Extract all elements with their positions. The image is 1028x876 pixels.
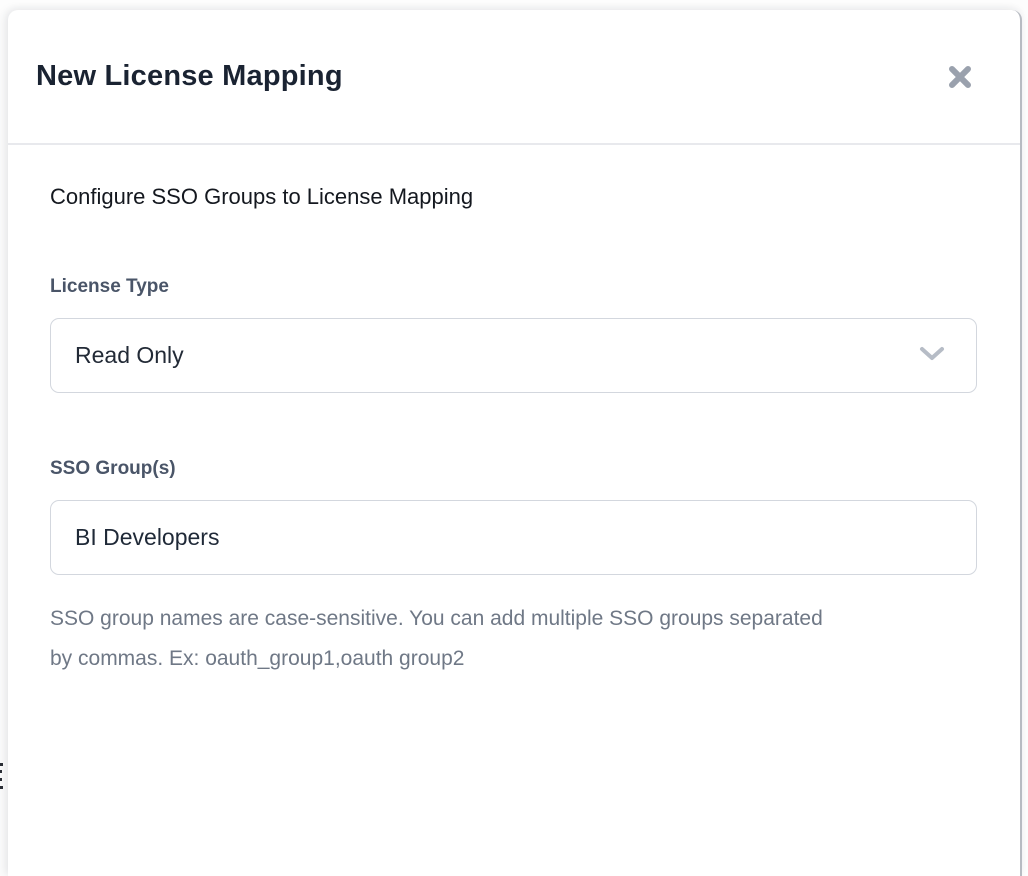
close-button[interactable] xyxy=(938,55,982,99)
license-type-label: License Type xyxy=(50,275,975,298)
sso-groups-label: SSO Group(s) xyxy=(50,457,975,480)
background-page-fragment xyxy=(0,770,2,773)
background-page-fragment xyxy=(0,786,3,789)
sso-groups-field-container xyxy=(50,500,977,575)
new-license-mapping-dialog: New License Mapping Configure SSO Groups… xyxy=(8,10,1022,876)
close-icon xyxy=(944,61,976,93)
license-type-select[interactable]: Read Only xyxy=(50,318,977,393)
dialog-subtitle: Configure SSO Groups to License Mapping xyxy=(50,183,975,211)
dialog-title: New License Mapping xyxy=(36,60,343,93)
license-type-selected-value: Read Only xyxy=(75,342,184,369)
dialog-body: Configure SSO Groups to License Mapping … xyxy=(8,145,1020,679)
sso-groups-help-text: SSO group names are case-sensitive. You … xyxy=(50,599,850,679)
sso-groups-input[interactable] xyxy=(75,524,952,551)
background-page-fragment xyxy=(0,778,2,781)
chevron-down-icon xyxy=(918,342,946,369)
background-page-fragment xyxy=(0,763,3,766)
dialog-header: New License Mapping xyxy=(8,10,1020,145)
